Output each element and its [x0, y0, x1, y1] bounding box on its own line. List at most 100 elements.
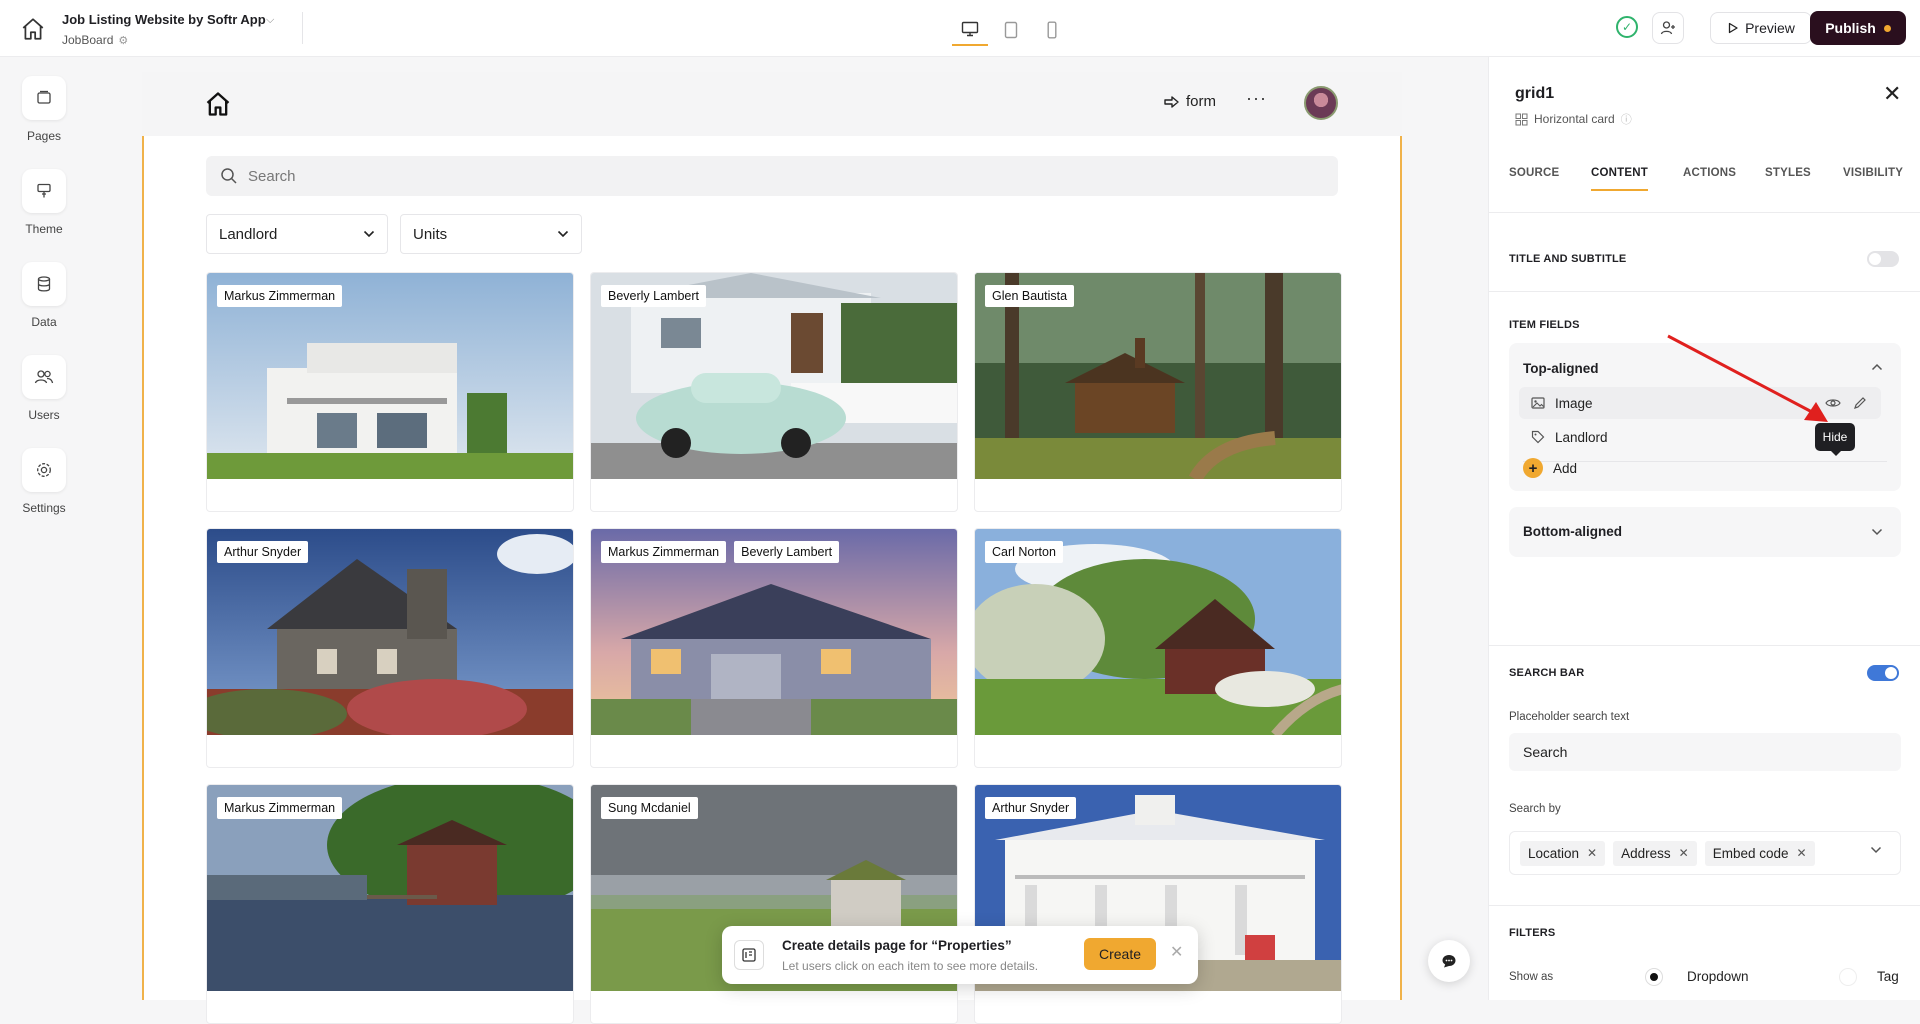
show-as-tag-radio[interactable]: [1839, 968, 1857, 986]
create-button[interactable]: Create: [1084, 938, 1156, 970]
sign-in-icon: [1164, 95, 1179, 108]
invite-user-button[interactable]: [1652, 12, 1684, 44]
tablet-view-button[interactable]: [993, 14, 1029, 46]
show-as-dropdown-radio[interactable]: [1645, 968, 1663, 986]
nav-label-theme: Theme: [25, 222, 63, 236]
landlord-tag: Beverly Lambert: [734, 541, 840, 563]
desktop-view-button[interactable]: [952, 14, 988, 46]
app-title[interactable]: Job Listing Website by Softr App: [62, 12, 266, 27]
gear-icon: [22, 448, 66, 492]
mobile-view-button[interactable]: [1034, 14, 1070, 46]
nav-item-data[interactable]: Data: [0, 262, 88, 329]
more-icon[interactable]: ···: [1246, 88, 1267, 109]
app-subtitle-text: JobBoard: [62, 33, 114, 47]
bottom-aligned-section[interactable]: Bottom-aligned: [1509, 507, 1901, 557]
property-card[interactable]: Glen Bautista: [974, 272, 1342, 512]
database-icon: [22, 262, 66, 306]
chat-button[interactable]: [1428, 940, 1470, 982]
tab-visibility[interactable]: VISIBILITY: [1843, 167, 1903, 189]
nav-item-theme[interactable]: Theme: [0, 169, 88, 236]
nav-item-pages[interactable]: Pages: [0, 76, 88, 143]
tab-styles[interactable]: STYLES: [1765, 167, 1811, 189]
form-link[interactable]: form: [1164, 93, 1216, 110]
chevron-down-icon[interactable]: ⌵: [266, 14, 274, 27]
property-card[interactable]: Beverly Lambert: [590, 272, 958, 512]
property-card[interactable]: Markus Zimmerman: [206, 272, 574, 512]
chevron-down-icon[interactable]: [1871, 528, 1883, 536]
search-by-chip[interactable]: Address ✕: [1613, 840, 1697, 866]
tag-group: Arthur Snyder: [985, 797, 1077, 819]
title-subtitle-label: TITLE AND SUBTITLE: [1509, 253, 1627, 265]
users-icon: [22, 355, 66, 399]
create-details-toast: Create details page for “Properties” Let…: [722, 926, 1198, 984]
divider: [1489, 291, 1920, 292]
property-card[interactable]: Carl Norton: [974, 528, 1342, 768]
nav-label-data: Data: [31, 315, 57, 329]
property-card[interactable]: Sung Mcdaniel: [590, 784, 958, 1024]
publish-button[interactable]: Publish: [1810, 11, 1906, 45]
tab-source[interactable]: SOURCE: [1509, 167, 1559, 189]
title-subtitle-toggle[interactable]: [1867, 251, 1899, 267]
site-header: form ···: [142, 72, 1402, 136]
filters-label: FILTERS: [1509, 927, 1556, 939]
annotation-arrow: [1667, 334, 1828, 422]
property-card[interactable]: Markus Zimmerman: [206, 784, 574, 1024]
top-bar: Job Listing Website by Softr App ⌵ JobBo…: [0, 0, 1920, 57]
close-icon[interactable]: ✕: [1170, 942, 1183, 962]
landlord-tag: Arthur Snyder: [985, 797, 1077, 819]
chevron-down-icon[interactable]: [1870, 846, 1882, 854]
tag-group: Arthur Snyder: [217, 541, 309, 563]
nav-label-pages: Pages: [26, 129, 62, 143]
chevron-down-icon: [363, 230, 375, 238]
tag-group: Beverly Lambert: [601, 285, 707, 307]
avatar[interactable]: [1304, 86, 1338, 120]
filter-label: Landlord: [219, 225, 278, 243]
property-card[interactable]: Arthur Snyder: [974, 784, 1342, 1024]
search-by-select[interactable]: Location ✕ Address ✕ Embed code ✕: [1509, 831, 1901, 875]
desktop-icon: [961, 21, 979, 37]
chat-icon: [1442, 955, 1456, 968]
preview-button[interactable]: Preview: [1710, 12, 1812, 44]
tag-group: Markus Zimmerman: [217, 797, 343, 819]
remove-icon[interactable]: ✕: [1797, 846, 1807, 860]
gear-icon[interactable]: ⚙: [118, 34, 128, 47]
home-icon[interactable]: [20, 16, 46, 42]
search-by-chip[interactable]: Location ✕: [1520, 840, 1606, 866]
home-icon[interactable]: [204, 90, 232, 118]
search-input[interactable]: Search: [206, 156, 1338, 196]
filter-dropdown-units[interactable]: Units: [400, 214, 582, 254]
nav-item-settings[interactable]: Settings: [0, 448, 88, 515]
filter-dropdown-landlord[interactable]: Landlord: [206, 214, 388, 254]
search-by-chip[interactable]: Embed code ✕: [1704, 840, 1815, 866]
bottom-aligned-label: Bottom-aligned: [1523, 524, 1622, 539]
info-icon[interactable]: ⓘ: [1621, 111, 1632, 127]
tab-content[interactable]: CONTENT: [1591, 167, 1648, 191]
toast-subtitle: Let users click on each item to see more…: [782, 959, 1039, 973]
add-field-button[interactable]: + Add: [1523, 458, 1577, 478]
tag-group: Markus Zimmerman Beverly Lambert: [601, 541, 840, 563]
tab-actions[interactable]: ACTIONS: [1683, 167, 1736, 189]
landlord-tag: Markus Zimmerman: [217, 797, 343, 819]
remove-icon[interactable]: ✕: [1679, 846, 1689, 860]
divider: [1489, 212, 1920, 213]
top-aligned-label[interactable]: Top-aligned: [1523, 361, 1599, 376]
close-icon[interactable]: ✕: [1883, 81, 1901, 107]
placeholder-input[interactable]: Search: [1509, 733, 1901, 771]
block-type: Horizontal card ⓘ: [1515, 111, 1632, 127]
chevron-up-icon[interactable]: [1871, 363, 1883, 371]
property-card[interactable]: Arthur Snyder: [206, 528, 574, 768]
tag-group: Carl Norton: [985, 541, 1063, 563]
property-card[interactable]: Markus Zimmerman Beverly Lambert: [590, 528, 958, 768]
edit-icon[interactable]: [1853, 396, 1867, 410]
landlord-tag: Glen Bautista: [985, 285, 1075, 307]
remove-icon[interactable]: ✕: [1587, 846, 1597, 860]
preview-label: Preview: [1745, 20, 1795, 36]
search-bar-toggle[interactable]: [1867, 665, 1899, 681]
placeholder-label: Placeholder search text: [1509, 711, 1630, 723]
block-name[interactable]: grid1: [1515, 85, 1554, 103]
toast-title: Create details page for “Properties”: [782, 938, 1012, 953]
divider: [1489, 905, 1920, 906]
landlord-tag: Beverly Lambert: [601, 285, 707, 307]
tag-group: Glen Bautista: [985, 285, 1075, 307]
nav-item-users[interactable]: Users: [0, 355, 88, 422]
